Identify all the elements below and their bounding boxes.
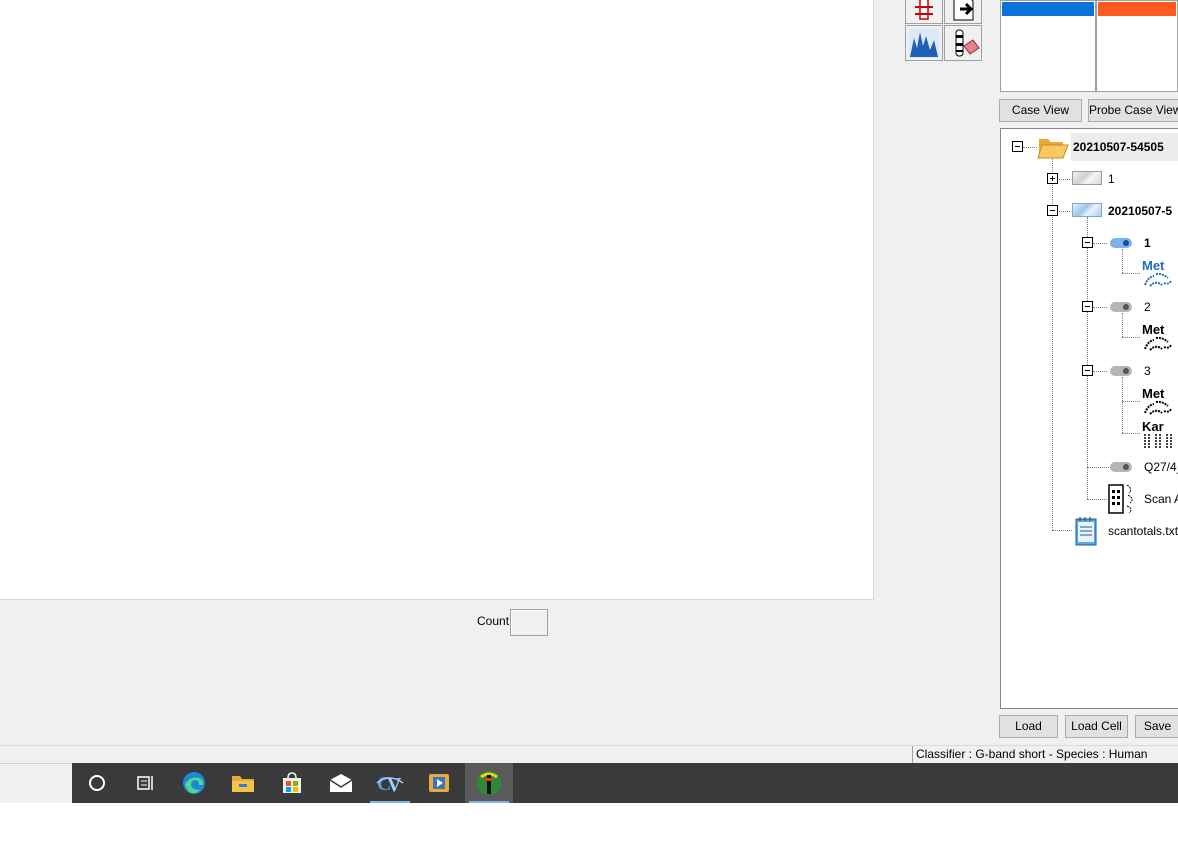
cell-icon bbox=[1110, 366, 1132, 376]
karyotype-app-icon[interactable] bbox=[465, 763, 513, 803]
taskbar: CV bbox=[72, 763, 1178, 803]
load-cell-button[interactable]: Load Cell bbox=[1065, 715, 1128, 738]
histogram-icon bbox=[909, 29, 939, 58]
karyotype-chromosomes-icon bbox=[1144, 434, 1172, 448]
collapse-root-toggle[interactable] bbox=[1012, 141, 1023, 152]
slide-selected-icon bbox=[1072, 203, 1102, 217]
tree-cell-2-label[interactable]: 2 bbox=[1144, 300, 1151, 314]
tree-cell-1-label[interactable]: 1 bbox=[1144, 236, 1151, 250]
task-view-icon[interactable] bbox=[121, 763, 169, 803]
classifier-status: Classifier : G-band short - Species : Hu… bbox=[912, 746, 1178, 763]
expand-slide-1-toggle[interactable] bbox=[1047, 173, 1058, 184]
split-icon bbox=[915, 0, 933, 20]
count-field[interactable] bbox=[510, 609, 548, 636]
metaphase-chromosomes-icon bbox=[1144, 400, 1172, 415]
cell-icon bbox=[1110, 302, 1132, 312]
tree-scan-label[interactable]: Scan A bbox=[1144, 492, 1178, 506]
tree-slide-2-label[interactable]: 20210507-5 bbox=[1108, 204, 1172, 218]
taskbar-search-area[interactable] bbox=[0, 763, 72, 803]
histogram-tool-button[interactable] bbox=[905, 25, 943, 61]
case-view-button[interactable]: Case View bbox=[999, 99, 1082, 122]
export-arrow-icon bbox=[953, 0, 974, 21]
collapse-slide-2-toggle[interactable] bbox=[1047, 205, 1058, 216]
image-canvas[interactable] bbox=[0, 0, 874, 600]
save-button[interactable]: Save bbox=[1135, 715, 1178, 738]
swatch-orange[interactable] bbox=[1096, 0, 1178, 92]
karyotype-3-label[interactable]: Kar bbox=[1142, 420, 1164, 433]
edge-icon[interactable] bbox=[170, 763, 218, 803]
probe-case-view-button[interactable]: Probe Case View bbox=[1088, 99, 1178, 122]
tree-q-item-label[interactable]: Q27/4_ bbox=[1144, 460, 1178, 474]
collapse-cell-1-toggle[interactable] bbox=[1082, 237, 1093, 248]
tree-cell-3-label[interactable]: 3 bbox=[1144, 364, 1151, 378]
tree-slide-1-label[interactable]: 1 bbox=[1108, 172, 1115, 186]
cell-icon bbox=[1110, 462, 1132, 472]
notepad-file-icon bbox=[1075, 517, 1097, 546]
slide-icon bbox=[1072, 171, 1102, 185]
count-label: Count bbox=[477, 614, 510, 628]
file-explorer-icon[interactable] bbox=[219, 763, 267, 803]
cortana-icon[interactable] bbox=[73, 763, 121, 803]
load-button[interactable]: Load bbox=[999, 715, 1058, 738]
split-tool-button[interactable] bbox=[905, 0, 943, 24]
cell-active-icon bbox=[1110, 238, 1132, 248]
tree-file-label[interactable]: scantotals.txt bbox=[1108, 524, 1178, 538]
svg-text:V: V bbox=[387, 774, 402, 795]
open-folder-icon bbox=[1037, 139, 1069, 159]
mail-icon[interactable] bbox=[317, 763, 365, 803]
store-icon[interactable] bbox=[268, 763, 316, 803]
collapse-cell-2-toggle[interactable] bbox=[1082, 301, 1093, 312]
tree-root-label[interactable]: 20210507-54505 bbox=[1071, 133, 1178, 161]
app-window: Count Case View Probe Case View 20210507… bbox=[0, 0, 1178, 803]
color-swatches bbox=[1000, 0, 1178, 92]
cytovision-icon[interactable]: CV bbox=[366, 763, 414, 803]
media-icon[interactable] bbox=[415, 763, 463, 803]
collapse-cell-3-toggle[interactable] bbox=[1082, 365, 1093, 376]
metaphase-chromosomes-icon bbox=[1144, 272, 1172, 287]
swatch-blue[interactable] bbox=[1000, 0, 1096, 92]
chromosome-eraser-tool-button[interactable] bbox=[944, 25, 982, 61]
case-tree[interactable]: 20210507-54505 1 20210507-5 1 Met 2 Met … bbox=[1000, 128, 1178, 709]
scan-document-icon bbox=[1108, 484, 1133, 514]
export-tool-button[interactable] bbox=[944, 0, 982, 24]
chromosome-eraser-icon bbox=[955, 29, 980, 57]
metaphase-chromosomes-icon bbox=[1144, 336, 1172, 351]
